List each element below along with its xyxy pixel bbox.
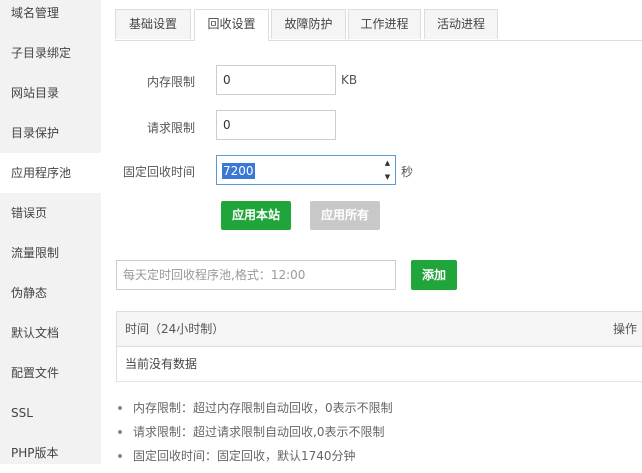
sidebar-item-traffic-limit[interactable]: 流量限制	[0, 233, 101, 273]
sidebar-item-site-directory[interactable]: 网站目录	[0, 73, 101, 113]
sidebar-item-error-page[interactable]: 错误页	[0, 193, 101, 233]
schedule-table: 时间（24小时制） 操作 当前没有数据	[116, 311, 642, 382]
fixed-recycle-value: 7200	[222, 163, 255, 179]
tab-bar: 基础设置 回收设置 故障防护 工作进程 活动进程	[115, 9, 642, 41]
sidebar-item-ssl[interactable]: SSL	[0, 393, 101, 433]
empty-table-text: 当前没有数据	[125, 357, 198, 371]
sidebar-item-subdirectory-binding[interactable]: 子目录绑定	[0, 33, 101, 73]
tab-worker-process[interactable]: 工作进程	[348, 9, 421, 39]
schedule-time-input[interactable]	[116, 260, 396, 290]
column-header-action: 操作	[613, 322, 638, 336]
help-notes: 内存限制：超过内存限制自动回收，0表示不限制 请求限制：超过请求限制自动回收,0…	[117, 396, 393, 468]
sidebar-item-app-pool[interactable]: 应用程序池	[0, 153, 101, 193]
memory-unit: KB	[341, 73, 358, 87]
fixed-recycle-unit: 秒	[401, 165, 414, 179]
apply-site-button[interactable]: 应用本站	[221, 201, 291, 230]
sidebar-item-default-document[interactable]: 默认文档	[0, 313, 101, 353]
fixed-recycle-input[interactable]: 7200 ▲ ▼	[216, 155, 396, 185]
help-note-memory: 内存限制：超过内存限制自动回收，0表示不限制	[117, 396, 393, 420]
spin-down-icon[interactable]: ▼	[380, 170, 395, 184]
spin-up-icon[interactable]: ▲	[380, 156, 395, 170]
fixed-recycle-label: 固定回收时间	[123, 165, 196, 179]
sidebar-item-directory-protection[interactable]: 目录保护	[0, 113, 101, 153]
tab-basic-settings[interactable]: 基础设置	[115, 9, 191, 39]
sidebar-item-config-file[interactable]: 配置文件	[0, 353, 101, 393]
sidebar-item-domain-management[interactable]: 域名管理	[0, 0, 101, 33]
add-button[interactable]: 添加	[411, 260, 457, 290]
memory-limit-label: 内存限制	[147, 75, 196, 89]
sidebar: 域名管理 子目录绑定 网站目录 目录保护 应用程序池 错误页 流量限制 伪静态 …	[0, 0, 101, 464]
tab-fault-protection[interactable]: 故障防护	[271, 9, 346, 39]
help-note-fixed-time: 固定回收时间：固定回收，默认1740分钟	[117, 444, 393, 468]
apply-all-button[interactable]: 应用所有	[310, 201, 380, 230]
request-limit-input[interactable]	[216, 110, 336, 140]
memory-limit-input[interactable]	[216, 65, 336, 95]
table-row-empty: 当前没有数据	[117, 347, 642, 382]
tab-recycle-settings[interactable]: 回收设置	[194, 9, 269, 41]
column-header-time: 时间（24小时制）	[125, 322, 225, 336]
help-note-request: 请求限制：超过请求限制自动回收,0表示不限制	[117, 420, 393, 444]
request-limit-label: 请求限制	[147, 121, 196, 135]
sidebar-item-rewrite[interactable]: 伪静态	[0, 273, 101, 313]
tab-active-process[interactable]: 活动进程	[424, 9, 498, 39]
table-header: 时间（24小时制） 操作	[117, 312, 642, 347]
sidebar-item-php-version[interactable]: PHP版本	[0, 433, 101, 473]
